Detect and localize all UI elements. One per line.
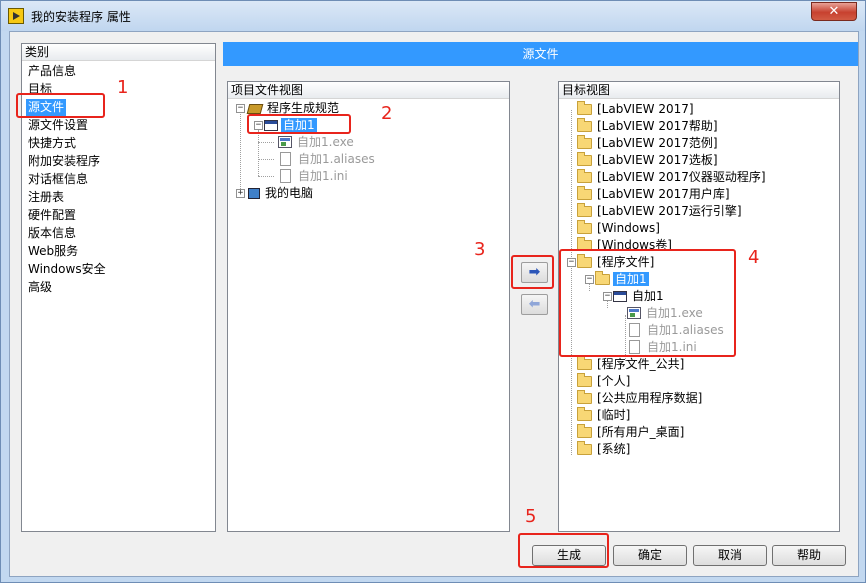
target-folder-labview-examples[interactable]: [LabVIEW 2017范例] [577,135,720,152]
tree-line [258,159,274,160]
ok-button[interactable]: 确定 [613,545,687,566]
tree-line [258,130,259,176]
folder-icon [577,373,592,387]
tree-line [258,142,274,143]
target-folder-temp[interactable]: [临时] [577,407,632,424]
project-file-view: 项目文件视图 − 程序生成规范 − 自加1 自加1.exe 自加1.aliase… [227,81,510,532]
category-item-hardware-config[interactable]: 硬件配置 [26,207,78,224]
folder-icon [577,118,592,132]
target-folder-common-appdata[interactable]: [公共应用程序数据] [577,390,704,407]
folder-icon [577,220,592,234]
build-spec-icon [246,104,264,114]
target-folder-labview-rte[interactable]: [LabVIEW 2017运行引擎] [577,203,744,220]
category-item-dialog-info[interactable]: 对话框信息 [26,171,90,188]
category-item-web-services[interactable]: Web服务 [26,243,80,260]
category-header: 类别 [22,44,215,61]
annotation-number-5: 5 [525,506,537,527]
category-item-source-file-settings[interactable]: 源文件设置 [26,117,90,134]
project-view-header: 项目文件视图 [228,82,509,99]
tree-node-exe[interactable]: 自加1.exe [278,134,356,151]
tree-line [258,176,274,177]
expand-toggle[interactable]: + [236,189,245,198]
annotation-box-3 [511,255,554,289]
tree-line [240,112,241,195]
folder-icon [577,152,592,166]
target-folder-labview[interactable]: [LabVIEW 2017] [577,101,696,118]
folder-icon [577,407,592,421]
cancel-button[interactable]: 取消 [693,545,767,566]
target-view-header: 目标视图 [559,82,839,99]
category-item-shortcuts[interactable]: 快捷方式 [26,135,78,152]
target-folder-system[interactable]: [系统] [577,441,632,458]
target-folder-labview-palettes[interactable]: [LabVIEW 2017选板] [577,152,720,169]
target-folder-all-users-desktop[interactable]: [所有用户_桌面] [577,424,686,441]
labview-app-icon [8,8,24,24]
folder-icon [577,135,592,149]
tree-node-my-computer[interactable]: 我的电脑 [248,185,315,202]
category-item-advanced[interactable]: 高级 [26,279,54,296]
section-title: 源文件 [223,42,858,66]
folder-icon [577,101,592,115]
target-folder-labview-userlib[interactable]: [LabVIEW 2017用户库] [577,186,732,203]
title-bar: 我的安装程序 属性 ✕ [1,1,865,31]
close-button[interactable]: ✕ [811,2,857,21]
target-folder-personal[interactable]: [个人] [577,373,632,390]
folder-icon [577,441,592,455]
help-button[interactable]: 帮助 [772,545,846,566]
folder-icon [577,186,592,200]
category-item-additional-installers[interactable]: 附加安装程序 [26,153,102,170]
folder-icon [577,169,592,183]
properties-dialog: 我的安装程序 属性 ✕ 类别 产品信息 目标 源文件 源文件设置 快捷方式 附加… [0,0,866,583]
annotation-number-4: 4 [748,247,760,268]
folder-icon [577,203,592,217]
folder-icon [577,356,592,370]
tree-node-ini[interactable]: 自加1.ini [280,168,350,185]
annotation-number-1: 1 [117,77,129,98]
tree-node-aliases[interactable]: 自加1.aliases [280,151,377,168]
exe-icon [278,136,292,148]
category-item-registry[interactable]: 注册表 [26,189,66,206]
annotation-number-2: 2 [381,103,393,124]
target-folder-labview-help[interactable]: [LabVIEW 2017帮助] [577,118,720,135]
target-folder-windows[interactable]: [Windows] [577,220,662,237]
target-folder-program-files-common[interactable]: [程序文件_公共] [577,356,686,373]
category-item-version-info[interactable]: 版本信息 [26,225,78,242]
annotation-box-5 [518,533,609,568]
annotation-box-2 [247,114,351,134]
category-item-windows-security[interactable]: Windows安全 [26,261,108,278]
annotation-box-4 [559,249,736,357]
computer-icon [248,188,260,199]
collapse-toggle[interactable]: − [236,104,245,113]
window-title: 我的安装程序 属性 [31,10,131,24]
target-folder-labview-instr[interactable]: [LabVIEW 2017仪器驱动程序] [577,169,768,186]
annotation-number-3: 3 [474,239,486,260]
file-icon [280,169,291,183]
folder-icon [577,390,592,404]
category-item-product-info[interactable]: 产品信息 [26,63,78,80]
remove-from-target-button[interactable]: ⬅ [521,294,548,315]
file-icon [280,152,291,166]
annotation-box-1 [16,93,105,118]
folder-icon [577,424,592,438]
